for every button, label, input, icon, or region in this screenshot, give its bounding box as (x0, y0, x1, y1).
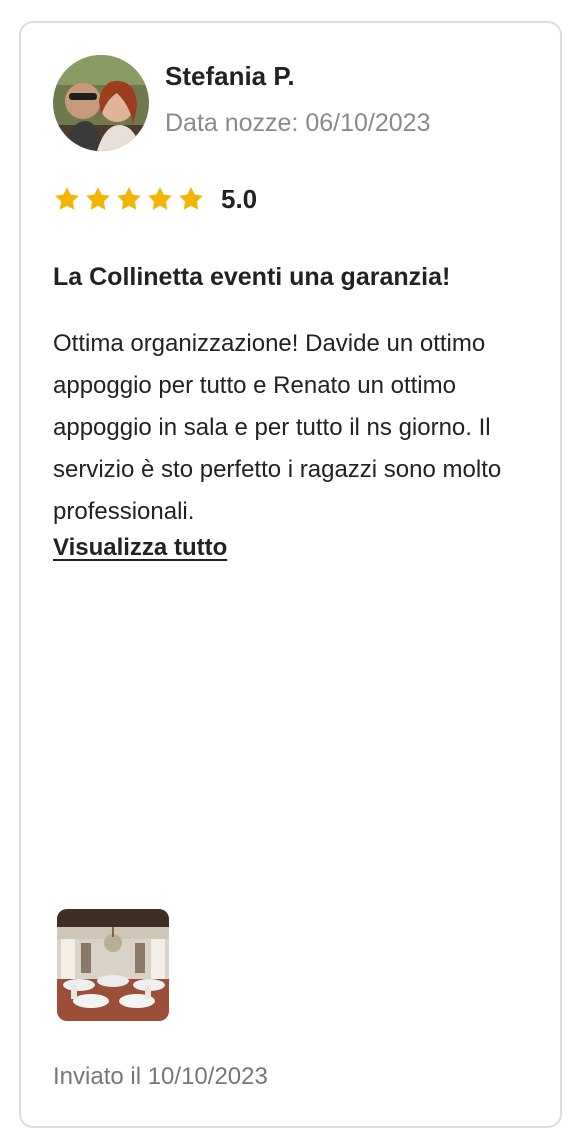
rating-value: 5.0 (221, 183, 258, 214)
review-text: Ottima organizzazione! Davide un ottimo … (53, 330, 502, 525)
review-title: La Collinetta eventi una garanzia! (53, 263, 451, 291)
read-more-link[interactable]: Visualizza tutto (53, 534, 227, 562)
author-name: Stefania P. (165, 61, 295, 91)
venue-photo-icon (57, 909, 169, 1021)
wedding-date: Data nozze: 06/10/2023 (165, 109, 431, 137)
star-icon (55, 187, 79, 210)
avatar (53, 55, 149, 151)
sent-date: Inviato il 10/10/2023 (53, 1063, 268, 1090)
star-rating (53, 185, 205, 213)
star-icon (148, 187, 172, 210)
star-icon (179, 187, 203, 210)
rating: 5.0 (53, 181, 257, 217)
review-card: Stefania P. Data nozze: 06/10/2023 5.0 L… (19, 21, 562, 1128)
avatar-photo-icon (53, 55, 149, 151)
star-icon (117, 187, 141, 210)
review-photo[interactable] (57, 909, 169, 1021)
star-icon (86, 187, 110, 210)
